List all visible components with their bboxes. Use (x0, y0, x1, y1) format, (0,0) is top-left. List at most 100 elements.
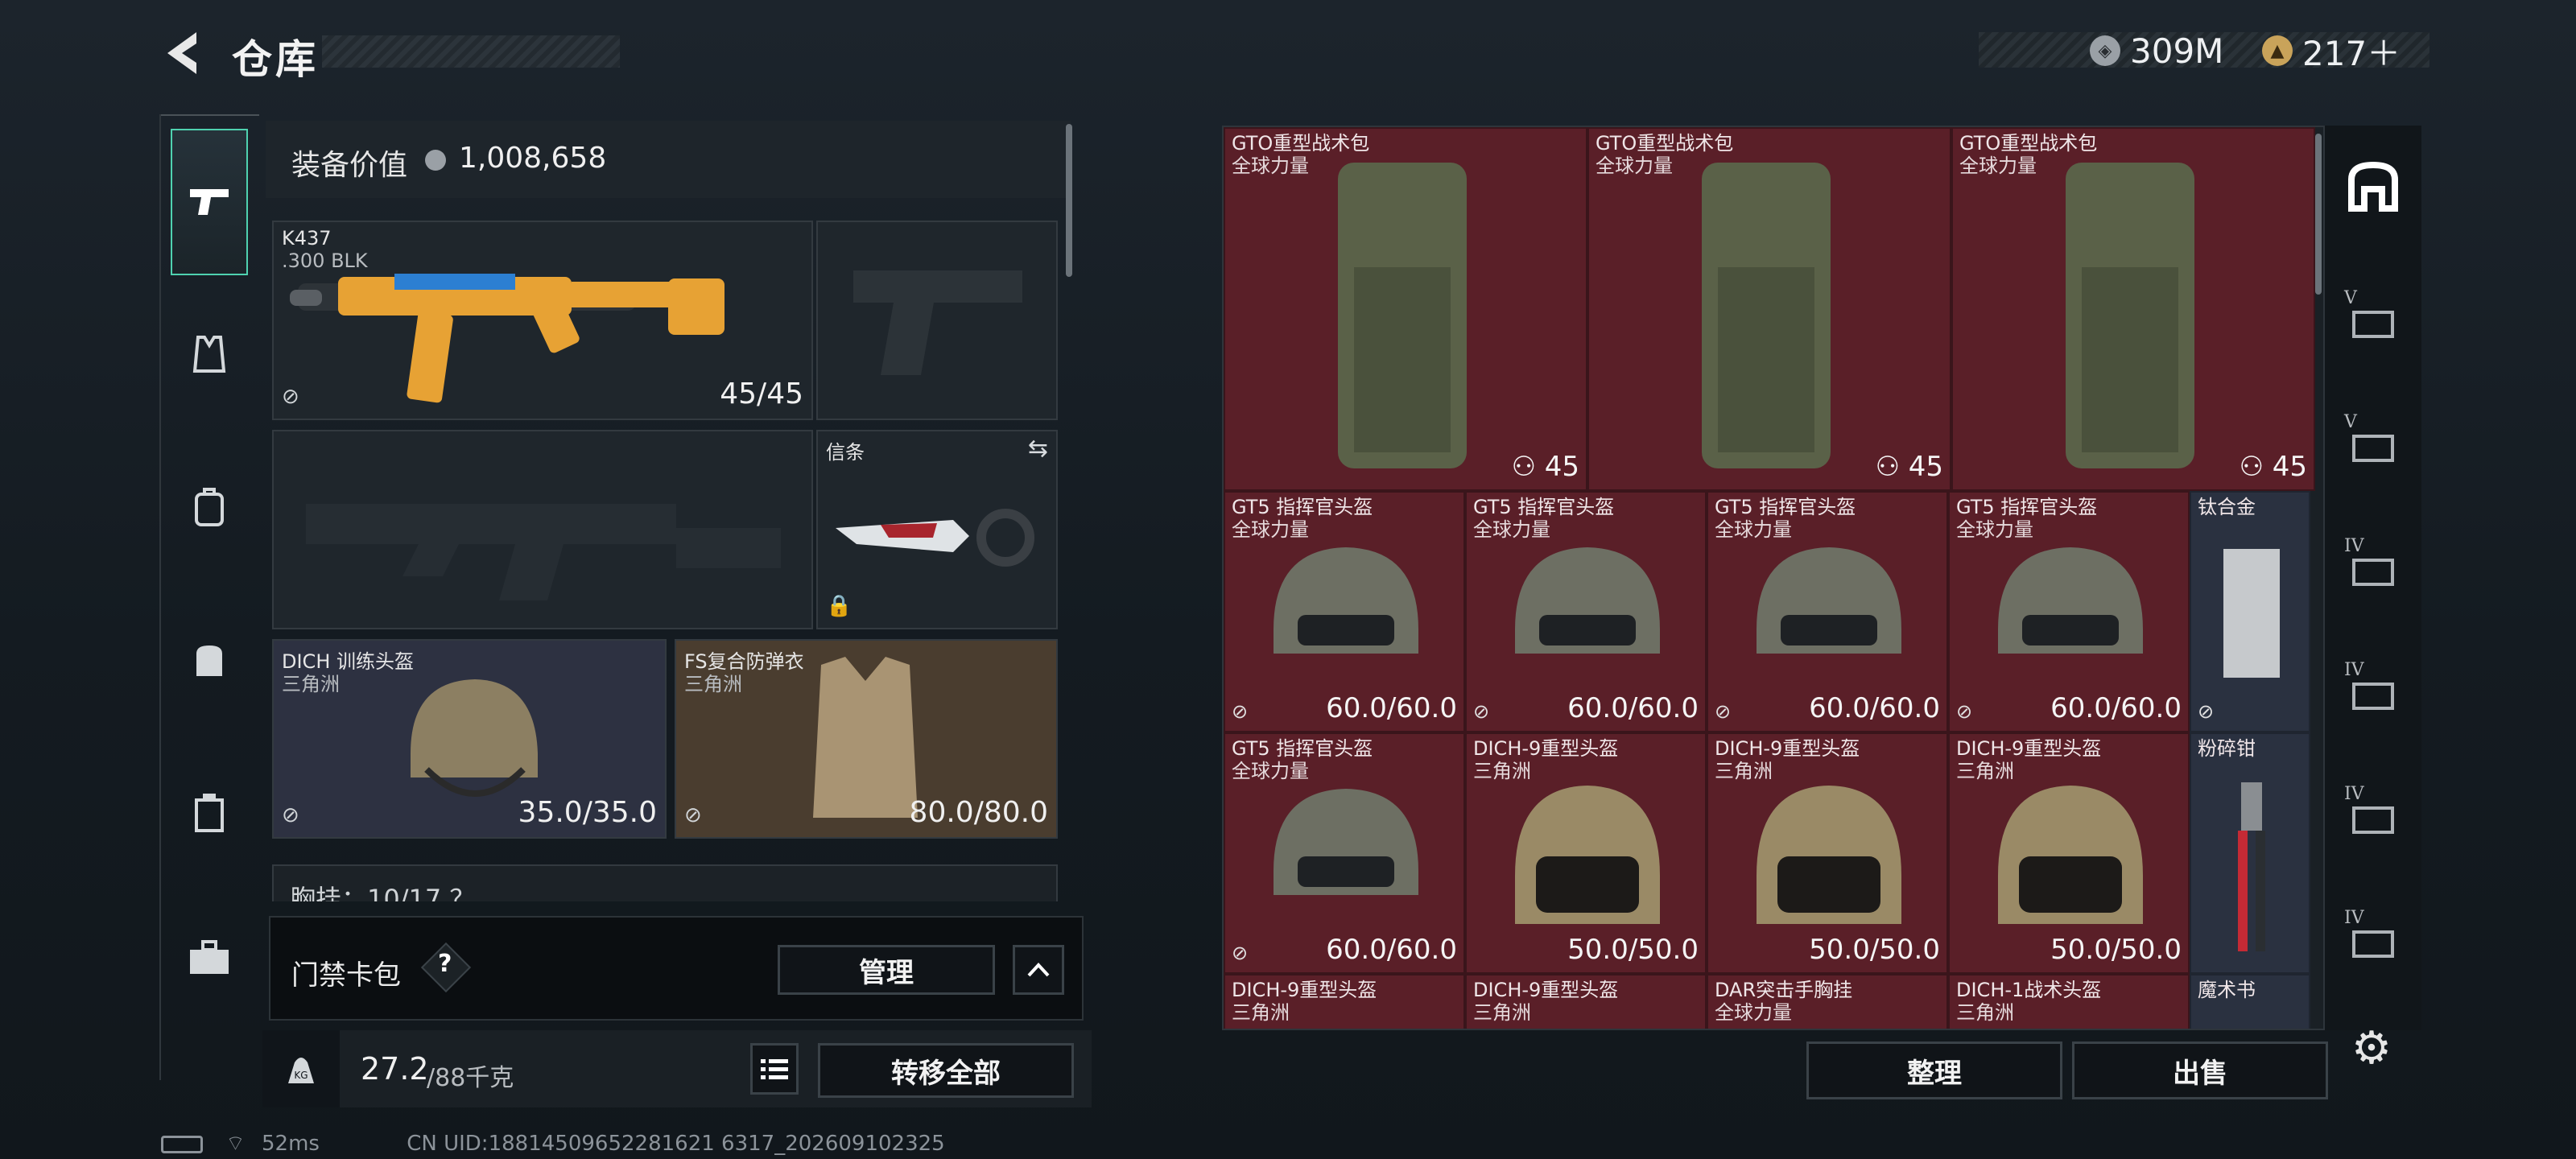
tab-level: IV (2344, 536, 2364, 556)
manage-button[interactable]: 管理 (778, 945, 995, 995)
stash-item[interactable]: GT5 指挥官头盔 全球力量 ⊘ 60.0/60.0 (1948, 491, 2190, 732)
stash-item[interactable]: DICH-9重型头盔 三角洲 50.0/50.0 (1707, 732, 1948, 974)
item-durability: 50.0/50.0 (2050, 934, 2182, 966)
helmet-image (1998, 547, 2143, 654)
helmet-image (1515, 547, 1660, 654)
weight-current: 27.2 (361, 1051, 429, 1087)
item-name: DAR突击手胸挂 (1715, 979, 1853, 1001)
item-durability: 60.0/60.0 (1567, 692, 1699, 724)
stash-home-tab[interactable] (2339, 153, 2407, 221)
backpack-image (2066, 163, 2194, 468)
item-name: 粉碎钳 (2198, 737, 2256, 760)
item-name: 钛合金 (2198, 496, 2256, 518)
category-toolbox-tab[interactable] (171, 919, 248, 996)
equipment-value-label: 装备价值 (291, 149, 408, 182)
item-brand: 三角洲 (1232, 1001, 1290, 1024)
item-brand: 全球力量 (1715, 518, 1792, 541)
item-durability: 60.0/60.0 (2050, 692, 2182, 724)
item-brand: 全球力量 (1232, 155, 1309, 177)
secondary-weapon-slot-empty[interactable] (272, 430, 813, 629)
rifle-image (290, 274, 724, 403)
chest-rig-row[interactable]: 胸挂：10/17 ？ (272, 864, 1058, 901)
item-capacity: ⚇ 45 (1511, 451, 1579, 483)
kettlebell-icon: KG (288, 1058, 314, 1083)
stash-item[interactable]: GTO重型战术包 全球力量 ⚇ 45 (1587, 127, 1951, 491)
swap-icon[interactable]: ⇆ (1028, 435, 1048, 463)
stash-item[interactable]: 魔术书 (2190, 974, 2310, 1029)
weapon-durability: 45/45 (720, 377, 803, 410)
item-brand: 全球力量 (1232, 760, 1309, 782)
sell-button[interactable]: 出售 (2072, 1041, 2328, 1099)
stash-item[interactable]: DICH-9重型头盔 三角洲 50.0/50.0 (1465, 732, 1707, 974)
stash-item[interactable]: GT5 指挥官头盔 全球力量 ⊘ 60.0/60.0 (1707, 491, 1948, 732)
bag-icon (196, 645, 222, 676)
armor-brand: 三角洲 (684, 673, 742, 695)
tab-level: V (2344, 412, 2357, 432)
item-capacity-value: 45 (1544, 451, 1579, 483)
stash-item[interactable]: GT5 指挥官头盔 全球力量 ⊘ 60.0/60.0 (1224, 491, 1465, 732)
stash-tab[interactable]: IV (2339, 906, 2407, 974)
category-bag-tab[interactable] (171, 621, 248, 699)
stash-item[interactable]: GT5 指挥官头盔 全球力量 ⊘ 60.0/60.0 (1224, 732, 1465, 974)
stash-tab[interactable]: IV (2339, 534, 2407, 602)
list-icon (761, 1059, 788, 1079)
item-brand: 三角洲 (1956, 1001, 2014, 1024)
stash-item[interactable]: 钛合金 ⊘ (2190, 491, 2310, 732)
tab-level: V (2344, 288, 2357, 308)
helmet-image (1274, 547, 1418, 654)
collapse-button[interactable] (1013, 945, 1064, 995)
stash-item[interactable]: GT5 指挥官头盔 全球力量 ⊘ 60.0/60.0 (1465, 491, 1707, 732)
help-icon-label: ? (438, 950, 452, 978)
backpack-image (1338, 163, 1467, 468)
silver-coin-icon (425, 150, 446, 171)
item-brand: 全球力量 (1956, 518, 2033, 541)
stash-item[interactable]: GTO重型战术包 全球力量 ⚇ 45 (1951, 127, 2315, 491)
no-insure-icon: ⊘ (282, 385, 299, 409)
primary-weapon-slot[interactable]: K437 .300 BLK ⊘ 45/45 (272, 221, 813, 420)
helmet-durability: 35.0/35.0 (518, 796, 657, 829)
stash-grid: GTO重型战术包 全球力量 ⚇ 45 GTO重型战术包 全球力量 ⚇ 45 GTO重… (1222, 126, 2325, 1030)
chevron-up-icon (1027, 963, 1050, 977)
stash-tab[interactable]: V (2339, 287, 2407, 354)
gold-currency[interactable]: ▲ 217＋ (2262, 31, 2401, 73)
stash-item[interactable]: DICH-9重型头盔 三角洲 50.0/50.0 (1948, 732, 2190, 974)
item-brand: 全球力量 (1959, 155, 2037, 177)
weight-icon: KG (262, 1030, 340, 1107)
lock-icon: 🔒 (826, 594, 852, 618)
organize-button[interactable]: 整理 (1806, 1041, 2062, 1099)
stash-item[interactable]: DICH-9重型头盔 三角洲 (1224, 974, 1465, 1029)
stash-item[interactable]: DICH-1战术头盔 三角洲 (1948, 974, 2190, 1029)
transfer-all-button[interactable]: 转移全部 (818, 1043, 1074, 1098)
category-weapons-tab[interactable] (171, 129, 248, 275)
list-view-button[interactable] (750, 1043, 799, 1095)
stash-tab[interactable]: IV (2339, 782, 2407, 850)
scrollbar[interactable] (1066, 124, 1072, 277)
gold-amount: 217＋ (2302, 33, 2401, 73)
stash-scrollbar[interactable] (2315, 134, 2322, 295)
item-brand: 全球力量 (1715, 1001, 1792, 1024)
back-arrow-icon[interactable] (161, 29, 206, 77)
tab-level: IV (2344, 908, 2364, 928)
armor-slot[interactable]: FS复合防弹衣 三角洲 ⊘ 80.0/80.0 (675, 639, 1058, 839)
category-case-tab[interactable] (171, 774, 248, 852)
stash-item[interactable]: GTO重型战术包 全球力量 ⚇ 45 (1224, 127, 1587, 491)
melee-slot[interactable]: 信条 ⇆ 🔒 (816, 430, 1058, 629)
loadout-panel: 装备价值 1,008,658 K437 .300 BLK ⊘ 45/45 信条 … (266, 121, 1072, 901)
category-vest-tab[interactable] (171, 316, 248, 393)
sidearm-slot-empty[interactable] (816, 221, 1058, 420)
category-backpack-tab[interactable] (171, 468, 248, 546)
helmet-image (1998, 786, 2143, 924)
settings-gear-icon[interactable]: ⚙ (2346, 1022, 2397, 1074)
stash-tab[interactable]: V (2339, 410, 2407, 478)
helmet-slot[interactable]: DICH 训练头盔 三角洲 ⊘ 35.0/35.0 (272, 639, 667, 839)
ping: 52ms (261, 1132, 320, 1156)
uid-label: CN UID:18814509652281621 6317_2026091023… (407, 1132, 945, 1156)
item-durability: 60.0/60.0 (1326, 692, 1457, 724)
stash-item[interactable]: DICH-9重型头盔 三角洲 (1465, 974, 1707, 1029)
stash-item[interactable]: 粉碎钳 (2190, 732, 2310, 974)
stash-item[interactable]: DAR突击手胸挂 全球力量 (1707, 974, 1948, 1029)
item-name: DICH-9重型头盔 (1473, 737, 1619, 760)
silver-currency[interactable]: ◈ 309M (2090, 31, 2223, 71)
item-brand: 全球力量 (1473, 518, 1550, 541)
stash-tab[interactable]: IV (2339, 658, 2407, 726)
